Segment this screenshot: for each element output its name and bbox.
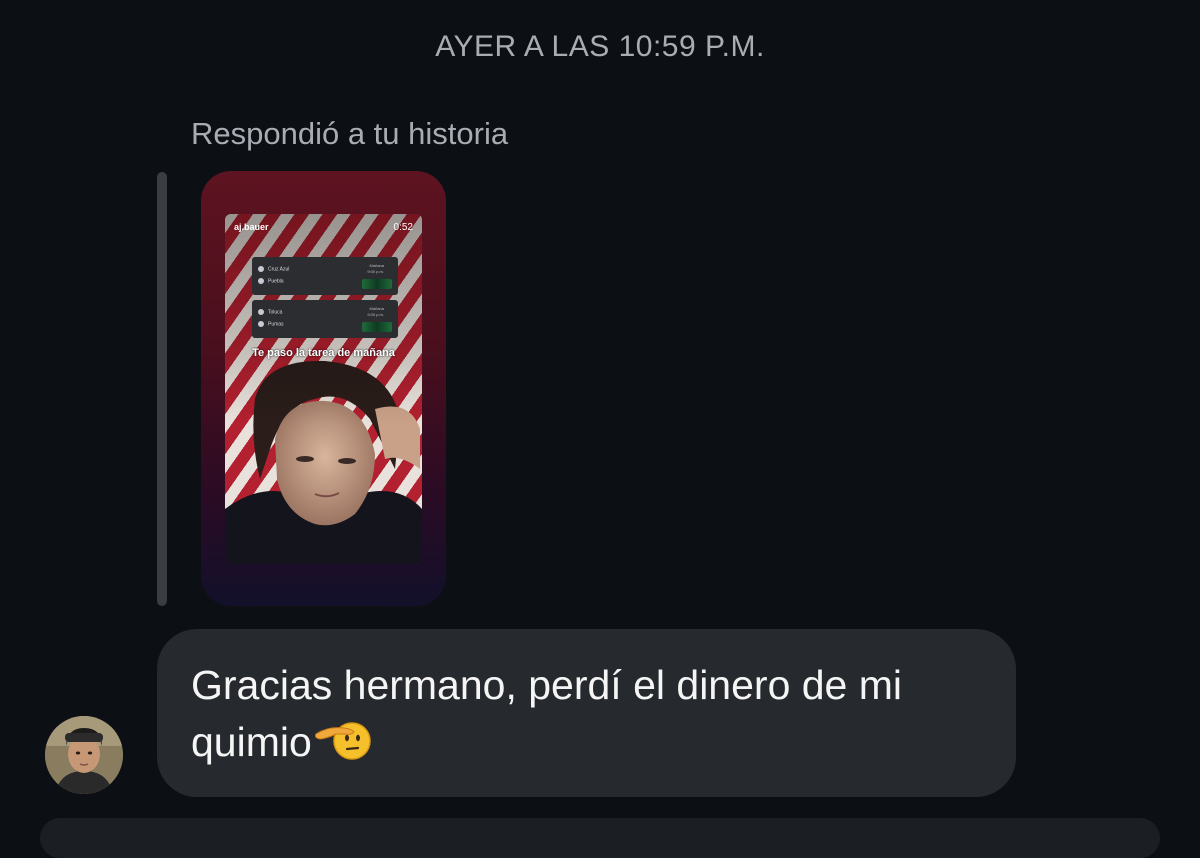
story-caption: Te paso la tarea de mañana [252, 347, 395, 359]
broadcaster-logo-icon [362, 279, 392, 289]
story-preview[interactable]: aj.bauer 0:52 Cruz Azul Puebla Mañana 9:0… [201, 171, 446, 606]
team-crest-icon [258, 321, 264, 327]
story-reply-label: Respondió a tu historia [191, 116, 509, 151]
team-name: Pumas [268, 321, 284, 328]
match-day: Mañana [369, 263, 384, 268]
message-bubble[interactable]: Gracias hermano, perdí el dinero de mi q… [157, 629, 1016, 797]
reply-quote-bar [157, 172, 167, 606]
team-name: Puebla [268, 278, 284, 285]
team-row: Pumas [258, 321, 284, 327]
saluting-face-emoji-icon [314, 722, 371, 760]
match-time: Mañana 9:00 p.m. [367, 263, 384, 275]
match-hour: 9:00 p.m. [367, 312, 384, 317]
message-content: Gracias hermano, perdí el dinero de mi q… [191, 657, 982, 771]
match-hour: 9:00 p.m. [367, 269, 384, 274]
avatar-photo [45, 716, 123, 794]
match-day: Mañana [369, 306, 384, 311]
story-screenshot: aj.bauer 0:52 Cruz Azul Puebla Mañana 9:0… [225, 214, 422, 564]
date-divider: AYER A LAS 10:59 P.M. [435, 30, 765, 63]
team-crest-icon [258, 266, 264, 272]
next-message-bubble [40, 818, 1160, 858]
team-name: Cruz Azul [268, 266, 290, 273]
team-name: Toluca [268, 309, 283, 316]
story-username: aj.bauer [234, 222, 269, 232]
broadcaster-logo-icon [362, 322, 392, 332]
match-card: Toluca Pumas Mañana 9:00 p.m. [252, 300, 398, 338]
match-card: Cruz Azul Puebla Mañana 9:00 p.m. [252, 257, 398, 295]
team-crest-icon [258, 278, 264, 284]
team-row: Toluca [258, 309, 282, 315]
message-text: Gracias hermano, perdí el dinero de mi q… [191, 662, 903, 765]
team-row: Cruz Azul [258, 266, 289, 272]
team-crest-icon [258, 309, 264, 315]
sender-avatar[interactable] [45, 716, 123, 794]
match-time: Mañana 9:00 p.m. [367, 306, 384, 318]
story-duration: 0:52 [393, 222, 413, 233]
team-row: Puebla [258, 278, 284, 284]
